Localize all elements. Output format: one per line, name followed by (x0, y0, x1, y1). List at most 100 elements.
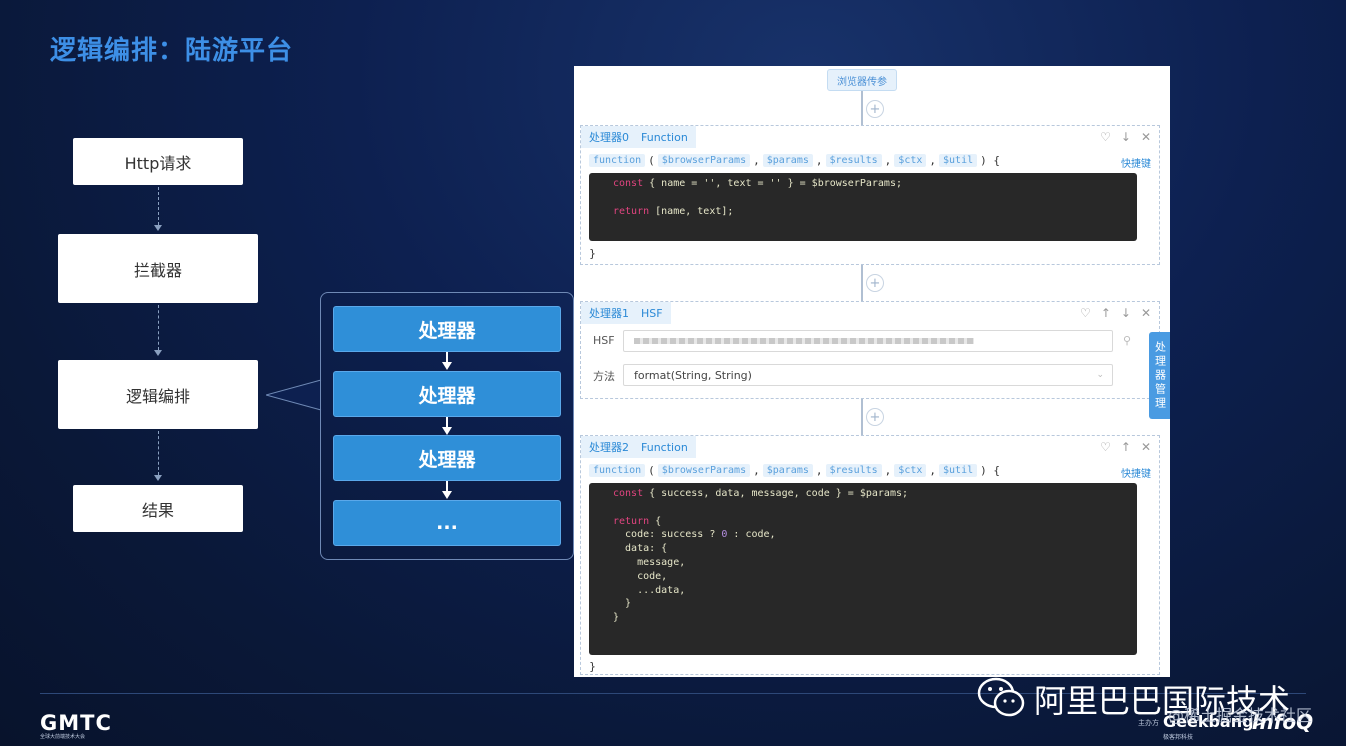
close-icon[interactable]: ✕ (1141, 306, 1151, 320)
shortcut-link[interactable]: 快捷键 (1121, 155, 1151, 170)
processor-card-2: 处理器2 Function ♡ ↑ ✕ function( $browserParam… (580, 435, 1160, 675)
card-name: 处理器0 (589, 131, 629, 144)
heart-icon[interactable]: ♡ (1100, 440, 1111, 454)
flow-connector (158, 305, 159, 350)
method-label: 方法 (593, 370, 615, 383)
entry-node-label: 浏览器传参 (837, 76, 887, 88)
flow-step-label: Http请求 (124, 153, 192, 173)
flow-step-label: 拦截器 (133, 260, 182, 280)
arrow-down-icon[interactable]: ↓ (1121, 130, 1131, 144)
code-text: { success, data, message, code } = $para… (643, 488, 909, 499)
code-text: } (613, 598, 632, 610)
signature-close: ) { (980, 464, 1000, 477)
editor-panel: 浏览器传参 + 处理器0 Function ♡ ↓ ✕ function( $brow… (574, 66, 1170, 677)
close-icon[interactable]: ✕ (1141, 440, 1151, 454)
method-select[interactable]: format(String, String) ⌄ (623, 364, 1113, 386)
code-text: message, (613, 556, 686, 568)
signature-keyword: function (589, 154, 646, 167)
processor-label: 处理器 (418, 384, 476, 407)
flow-connector (861, 91, 863, 125)
processor-block: 处理器 (333, 306, 561, 352)
arrow-up-icon[interactable]: ↑ (1121, 440, 1131, 454)
wechat-icon (977, 677, 1025, 717)
close-icon[interactable]: ✕ (1141, 130, 1151, 144)
function-signature: function( $browserParams, $params, $resu… (589, 464, 1000, 477)
code-editor[interactable]: const { name = '', text = '' } = $browse… (589, 173, 1137, 241)
param-tag[interactable]: $util (939, 464, 978, 477)
host-label: 主办方 (1138, 719, 1159, 727)
card-actions: ♡ ↑ ✕ (1100, 440, 1151, 454)
processor-block-more: ... (333, 500, 561, 546)
signature-open: ( (648, 464, 655, 477)
flow-step-interceptor: 拦截器 (58, 234, 258, 303)
callout-tail (266, 379, 322, 411)
arrow-down-icon[interactable]: ↓ (1121, 306, 1131, 320)
code-text: data: { (613, 543, 668, 555)
code-text: code: success ? (613, 529, 722, 541)
processor-block: 处理器 (333, 435, 561, 481)
heart-icon[interactable]: ♡ (1100, 130, 1111, 144)
code-keyword: return (613, 515, 650, 527)
param-tag[interactable]: $ctx (894, 464, 927, 477)
param-tag[interactable]: $results (825, 154, 882, 167)
code-text: code, (613, 570, 668, 582)
flow-connector (158, 187, 159, 225)
processor-card-0: 处理器0 Function ♡ ↓ ✕ function( $browserParam… (580, 125, 1160, 265)
entry-node[interactable]: 浏览器传参 (827, 69, 897, 91)
heart-icon[interactable]: ♡ (1080, 306, 1091, 320)
function-signature: function( $browserParams, $params, $resu… (589, 154, 1000, 167)
geekbang-subtitle: 极客邦科技 (1163, 734, 1194, 741)
param-tag[interactable]: $ctx (894, 154, 927, 167)
param-tag[interactable]: $results (825, 464, 882, 477)
param-tag[interactable]: $params (762, 464, 813, 477)
closing-brace: } (589, 247, 596, 260)
link-icon[interactable]: ⚲ (1123, 334, 1131, 347)
card-name: 处理器1 (589, 307, 629, 320)
processor-arrow-head (442, 427, 452, 435)
signature-open: ( (648, 154, 655, 167)
card-type: HSF (641, 306, 663, 320)
processor-block: 处理器 (333, 371, 561, 417)
card-type: Function (641, 440, 688, 454)
arrow-up-icon[interactable]: ↑ (1101, 306, 1111, 320)
processor-card-1: 处理器1 HSF ♡ ↑ ↓ ✕ HSF ⚲ 方法 format(String, Str… (580, 301, 1160, 399)
gmtc-logo: GMTC (40, 711, 112, 735)
processor-label: ... (436, 512, 458, 534)
flow-step-label: 结果 (141, 500, 174, 520)
code-text: { name = '', text = '' } = $browserParam… (643, 178, 902, 189)
param-tag[interactable]: $browserParams (657, 464, 751, 477)
watermark: @稀土掘金技术社区 (1168, 706, 1313, 725)
flow-step-label: 逻辑编排 (125, 386, 190, 406)
flow-step-logic-orchestration: 逻辑编排 (58, 360, 258, 429)
blurred-text (634, 338, 974, 344)
code-keyword: const (613, 178, 644, 189)
card-header: 处理器2 Function (581, 436, 696, 458)
code-editor[interactable]: const { success, data, message, code } =… (589, 483, 1137, 655)
flow-step-http-request: Http请求 (73, 138, 243, 185)
card-actions: ♡ ↓ ✕ (1100, 130, 1151, 144)
param-tag[interactable]: $params (762, 154, 813, 167)
processor-label: 处理器 (418, 448, 476, 471)
param-tag[interactable]: $util (939, 154, 978, 167)
flow-arrow (154, 475, 162, 481)
code-text: { (649, 515, 662, 527)
flow-step-result: 结果 (73, 485, 243, 532)
code-text: } (613, 612, 620, 624)
code-text: [name, text]; (649, 205, 734, 217)
gmtc-subtitle: 全球大前端技术大会 (40, 734, 86, 740)
card-header: 处理器1 HSF (581, 302, 671, 324)
code-keyword: const (613, 488, 644, 499)
flow-arrow (154, 350, 162, 356)
add-node-icon[interactable]: + (866, 408, 884, 426)
add-node-icon[interactable]: + (866, 100, 884, 118)
card-name: 处理器2 (589, 441, 629, 454)
processor-management-tab[interactable]: 处理器管理 (1149, 332, 1170, 419)
add-node-icon[interactable]: + (866, 274, 884, 292)
flow-connector (861, 265, 863, 301)
signature-close: ) { (980, 154, 1000, 167)
shortcut-link[interactable]: 快捷键 (1121, 465, 1151, 480)
param-tag[interactable]: $browserParams (657, 154, 751, 167)
hsf-service-input[interactable] (623, 330, 1113, 352)
card-header: 处理器0 Function (581, 126, 696, 148)
chevron-down-icon: ⌄ (1096, 370, 1104, 380)
